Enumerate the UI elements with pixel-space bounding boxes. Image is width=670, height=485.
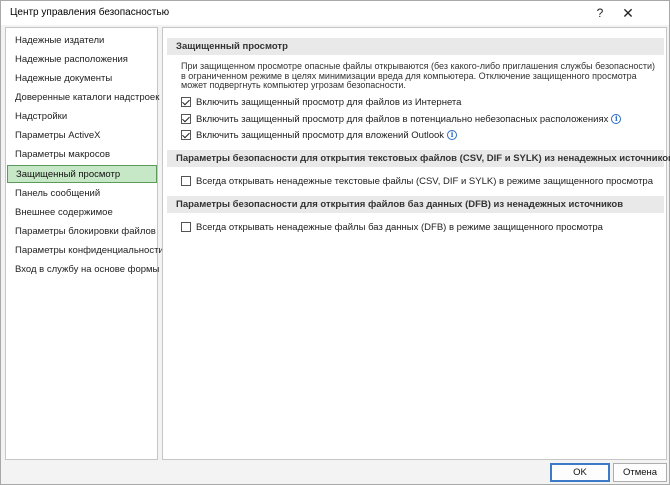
sidebar-item-trusted-documents[interactable]: Надежные документы — [7, 70, 157, 88]
option-db-files[interactable]: Всегда открывать ненадежные файлы баз да… — [181, 221, 603, 233]
settings-panel: Защищенный просмотр При защищенном просм… — [162, 27, 670, 460]
option-pv-outlook[interactable]: Включить защищенный просмотр для вложени… — [181, 129, 458, 141]
sidebar-item-message-bar[interactable]: Панель сообщений — [7, 185, 157, 203]
sidebar-item-addins[interactable]: Надстройки — [7, 108, 157, 126]
option-label: Всегда открывать ненадежные файлы баз да… — [196, 221, 603, 233]
sidebar-nav: Надежные издатели Надежные расположения … — [5, 27, 164, 460]
checkbox-db-files[interactable] — [181, 222, 191, 232]
help-button[interactable]: ? — [587, 3, 613, 23]
sidebar-item-macros[interactable]: Параметры макросов — [7, 146, 157, 164]
sidebar-item-trusted-addin-catalogs[interactable]: Доверенные каталоги надстроек — [7, 89, 159, 107]
close-button[interactable]: ✕ — [615, 3, 641, 23]
sidebar-item-file-block[interactable]: Параметры блокировки файлов — [7, 223, 157, 241]
info-icon[interactable]: i — [447, 130, 458, 140]
sidebar-item-trusted-locations[interactable]: Надежные расположения — [7, 51, 157, 69]
cancel-button[interactable]: Отмена — [613, 463, 667, 482]
section-header-text-files: Параметры безопасности для открытия текс… — [167, 150, 670, 167]
section-header-protected-view: Защищенный просмотр — [167, 38, 664, 55]
checkbox-pv-unsafe-locations[interactable] — [181, 114, 191, 124]
sidebar-item-activex[interactable]: Параметры ActiveX — [7, 127, 157, 145]
info-icon[interactable]: i — [611, 114, 622, 124]
checkbox-pv-internet[interactable] — [181, 97, 191, 107]
ok-button[interactable]: OK — [550, 463, 610, 482]
option-label: Всегда открывать ненадежные текстовые фа… — [196, 175, 653, 187]
section-header-db-files: Параметры безопасности для открытия файл… — [167, 196, 664, 213]
sidebar-item-trusted-publishers[interactable]: Надежные издатели — [7, 32, 157, 50]
sidebar-item-protected-view[interactable]: Защищенный просмотр — [7, 165, 157, 183]
sidebar-item-privacy[interactable]: Параметры конфиденциальности — [7, 242, 164, 260]
checkbox-text-files[interactable] — [181, 176, 191, 186]
title-bar: Центр управления безопасностью ? ✕ — [1, 1, 669, 25]
option-text-files[interactable]: Всегда открывать ненадежные текстовые фа… — [181, 175, 653, 187]
option-pv-unsafe-locations[interactable]: Включить защищенный просмотр для файлов … — [181, 113, 622, 125]
dialog-title: Центр управления безопасностью — [10, 7, 170, 18]
checkbox-pv-outlook[interactable] — [181, 130, 191, 140]
sidebar-item-form-based-signin[interactable]: Вход в службу на основе формы — [7, 261, 159, 279]
option-label: Включить защищенный просмотр для файлов … — [196, 113, 609, 125]
option-label: Включить защищенный просмотр для файлов … — [196, 96, 462, 108]
option-label: Включить защищенный просмотр для вложени… — [196, 129, 445, 141]
option-pv-internet[interactable]: Включить защищенный просмотр для файлов … — [181, 96, 461, 108]
sidebar-item-external-content[interactable]: Внешнее содержимое — [7, 204, 157, 222]
trust-center-dialog: Центр управления безопасностью ? ✕ Надеж… — [0, 0, 670, 485]
protected-view-description: При защищенном просмотре опасные файлы о… — [181, 61, 656, 90]
